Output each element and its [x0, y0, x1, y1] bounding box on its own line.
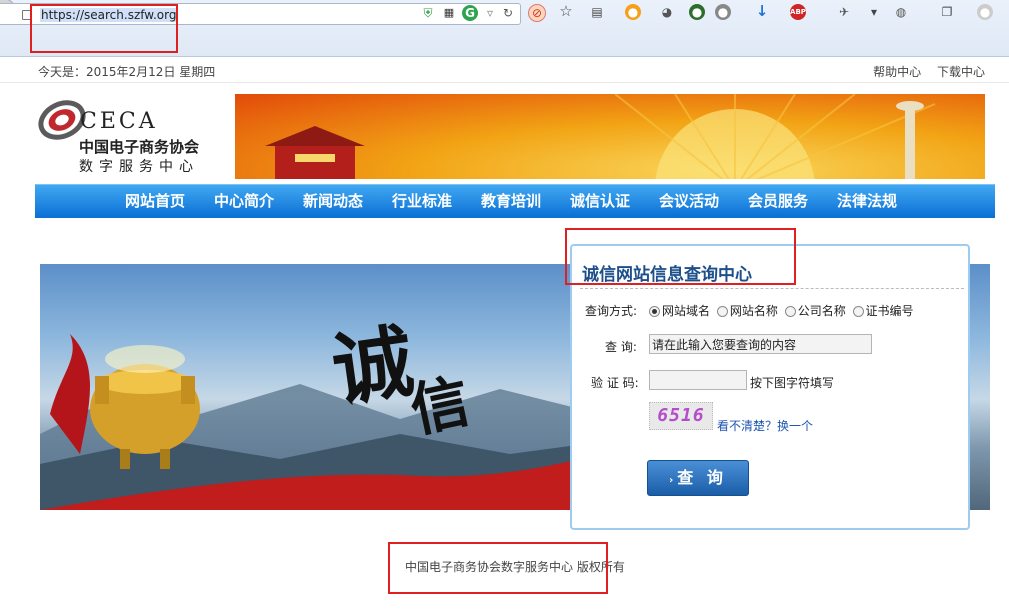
nav-home[interactable]: 网站首页: [125, 185, 214, 218]
radio-site-name[interactable]: [716, 306, 728, 317]
annotation-box-url: [30, 4, 178, 53]
annotation-box-footer: [388, 542, 608, 594]
query-submit-button[interactable]: › 查 询: [647, 460, 749, 496]
current-date: 今天是：2015年2月12日 星期四: [38, 65, 216, 79]
captcha-image: 6516: [649, 402, 713, 430]
nav-meetings[interactable]: 会议活动: [659, 185, 748, 218]
planet-icon[interactable]: ◍: [893, 4, 909, 20]
logo-brand: CECA: [80, 109, 158, 134]
hero-calligraphy-1: 诚: [326, 313, 419, 419]
nav-news[interactable]: 新闻动态: [303, 185, 392, 218]
qr-icon[interactable]: ▦: [441, 5, 457, 21]
captcha-label: 验 证 码:: [591, 376, 639, 390]
captcha-input[interactable]: [649, 370, 747, 390]
palette-icon[interactable]: ◕: [659, 4, 675, 20]
top-links: 帮助中心 下载中心: [861, 63, 985, 80]
annotation-box-title: [565, 228, 796, 285]
nav-about[interactable]: 中心简介: [214, 185, 303, 218]
help-center-link[interactable]: 帮助中心: [873, 65, 921, 79]
query-input[interactable]: [649, 334, 872, 354]
window-icon[interactable]: ❐: [939, 4, 955, 20]
nav-members[interactable]: 会员服务: [748, 185, 837, 218]
nav-training[interactable]: 教育培训: [481, 185, 570, 218]
option-company-name[interactable]: 公司名称: [784, 304, 846, 318]
g-icon[interactable]: G: [462, 5, 478, 21]
refresh-icon[interactable]: ↻: [500, 5, 516, 21]
query-label: 查 询:: [605, 340, 637, 354]
radio-company-name[interactable]: [784, 306, 796, 317]
method-label: 查询方式:: [585, 304, 638, 318]
header-banner: [235, 94, 985, 179]
option-site-name[interactable]: 网站名称: [716, 304, 778, 318]
fire-icon[interactable]: ●: [625, 4, 641, 20]
method-options: 网站域名 网站名称 公司名称 证书编号: [649, 302, 917, 319]
fly-icon[interactable]: ✈: [836, 4, 852, 20]
logo-sub-name: 数字服务中心: [79, 159, 199, 175]
star-icon[interactable]: ☆: [558, 3, 574, 19]
menu-dropdown-icon[interactable]: ▾: [866, 4, 882, 20]
nav-laws[interactable]: 法律法规: [837, 185, 926, 218]
option-cert-no[interactable]: 证书编号: [852, 304, 914, 318]
orb-icon[interactable]: ●: [977, 4, 993, 20]
captcha-hint: 按下图字符填写: [750, 376, 835, 390]
leaf-icon[interactable]: ●: [689, 4, 705, 20]
option-domain[interactable]: 网站域名: [649, 304, 710, 318]
radio-domain[interactable]: [649, 306, 660, 317]
radio-cert-no[interactable]: [852, 306, 864, 317]
nav-items: 网站首页 中心简介 新闻动态 行业标准 教育培训 诚信认证 会议活动 会员服务 …: [125, 185, 926, 218]
arrow-icon: ›: [669, 475, 674, 486]
query-panel: 诚信网站信息查询中心 查询方式: 网站域名 网站名称 公司名称 证书编号 查 询…: [570, 244, 970, 530]
logo-org-name: 中国电子商务协会: [79, 138, 200, 156]
nav-credit-cert[interactable]: 诚信认证: [570, 185, 659, 218]
block-icon[interactable]: ⊘: [528, 4, 546, 22]
main-nav: 网站首页 中心简介 新闻动态 行业标准 教育培训 诚信认证 会议活动 会员服务 …: [35, 184, 995, 218]
top-info-bar: 今天是：2015年2月12日 星期四 帮助中心 下载中心: [0, 57, 1009, 83]
dropdown-icon[interactable]: ▿: [482, 5, 498, 21]
shield-icon[interactable]: ⛨: [420, 5, 436, 21]
circle-icon[interactable]: ●: [715, 4, 731, 20]
nav-standards[interactable]: 行业标准: [392, 185, 481, 218]
clipboard-icon[interactable]: ▤: [589, 4, 605, 20]
download-center-link[interactable]: 下载中心: [937, 65, 985, 79]
panel-divider: [580, 288, 964, 289]
adblock-icon[interactable]: ABP: [790, 4, 806, 20]
download-icon[interactable]: ↓: [754, 3, 770, 19]
refresh-captcha-link[interactable]: 看不清楚？换一个: [717, 417, 813, 434]
